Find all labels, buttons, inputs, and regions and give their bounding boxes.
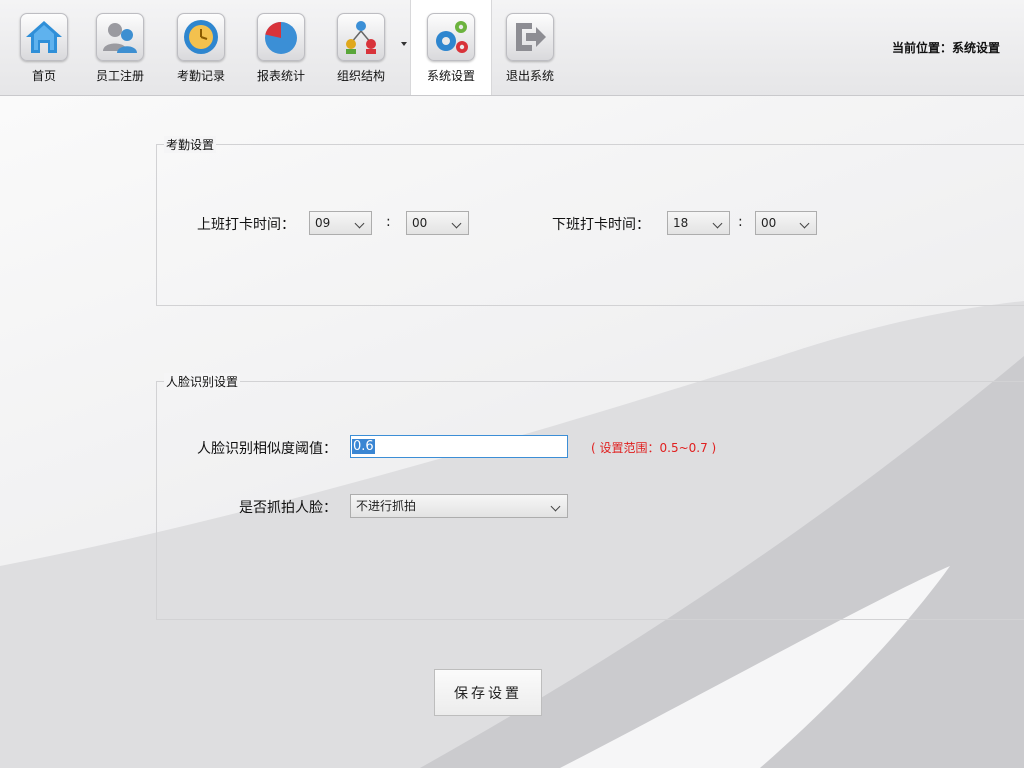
- nav-report-button[interactable]: 报表统计: [241, 0, 321, 95]
- capture-face-value: 不进行抓拍: [356, 499, 417, 513]
- similarity-threshold-input[interactable]: 0.6: [350, 435, 568, 458]
- nav-exit-label: 退出系统: [505, 69, 554, 83]
- nav-org-structure-label: 组织结构: [336, 69, 385, 83]
- start-minute-value: 00: [412, 216, 428, 230]
- chevron-down-icon: [354, 218, 365, 229]
- home-icon: [20, 13, 68, 61]
- settings-panel: 考勤设置 上班打卡时间： 09 : 00 下班打卡时间： 18 : 00 人脸识…: [0, 96, 1024, 768]
- current-location-value: 系统设置: [951, 41, 1000, 55]
- chevron-down-icon: [451, 218, 462, 229]
- similarity-threshold-label: 人脸识别相似度阈值：: [197, 441, 337, 457]
- users-icon: [96, 13, 144, 61]
- start-hour-select[interactable]: 09: [309, 211, 372, 235]
- face-recognition-title: 人脸识别设置: [164, 373, 241, 390]
- save-settings-button[interactable]: 保存设置: [434, 669, 542, 716]
- nav-system-settings-button[interactable]: 系统设置: [410, 0, 492, 95]
- nav-exit-button[interactable]: 退出系统: [490, 0, 570, 95]
- nav-home-label: 首页: [31, 69, 56, 83]
- nav-report-label: 报表统计: [256, 69, 305, 83]
- clock-icon: [177, 13, 225, 61]
- end-minute-select[interactable]: 00: [755, 211, 817, 235]
- end-hour-value: 18: [673, 216, 689, 230]
- chevron-down-icon: [550, 501, 561, 512]
- nav-home-button[interactable]: 首页: [4, 0, 84, 95]
- start-time-label: 上班打卡时间：: [197, 217, 295, 233]
- capture-face-label: 是否抓拍人脸：: [239, 500, 337, 516]
- org-chart-icon: [337, 13, 385, 61]
- top-toolbar: 首页 员工注册 考勤记录 报表统计 组织结构 系统设置 退出系统 当前位置：系统…: [0, 0, 1024, 96]
- end-hour-select[interactable]: 18: [667, 211, 730, 235]
- start-time-separator: :: [386, 214, 391, 230]
- end-minute-value: 00: [761, 216, 777, 230]
- current-location: 当前位置：系统设置: [892, 39, 1000, 56]
- pie-chart-icon: [257, 13, 305, 61]
- chevron-down-icon: [712, 218, 723, 229]
- nav-org-structure-button[interactable]: 组织结构: [321, 0, 401, 95]
- start-minute-select[interactable]: 00: [406, 211, 469, 235]
- nav-employee-register-button[interactable]: 员工注册: [80, 0, 160, 95]
- nav-employee-register-label: 员工注册: [95, 69, 144, 83]
- exit-icon: [506, 13, 554, 61]
- capture-face-select[interactable]: 不进行抓拍: [350, 494, 568, 518]
- nav-attendance-record-button[interactable]: 考勤记录: [161, 0, 241, 95]
- gears-icon: [427, 13, 475, 61]
- nav-system-settings-label: 系统设置: [426, 69, 475, 83]
- start-hour-value: 09: [315, 216, 331, 230]
- org-dropdown-caret-icon[interactable]: [401, 42, 407, 46]
- similarity-threshold-value: 0.6: [352, 439, 375, 454]
- nav-attendance-record-label: 考勤记录: [176, 69, 225, 83]
- end-time-separator: :: [738, 214, 743, 230]
- end-time-label: 下班打卡时间：: [552, 217, 650, 233]
- chevron-down-icon: [799, 218, 810, 229]
- threshold-range-hint: ( 设置范围：0.5~0.7 ): [591, 441, 717, 455]
- current-location-label: 当前位置：: [891, 41, 952, 55]
- attendance-settings-title: 考勤设置: [164, 136, 217, 153]
